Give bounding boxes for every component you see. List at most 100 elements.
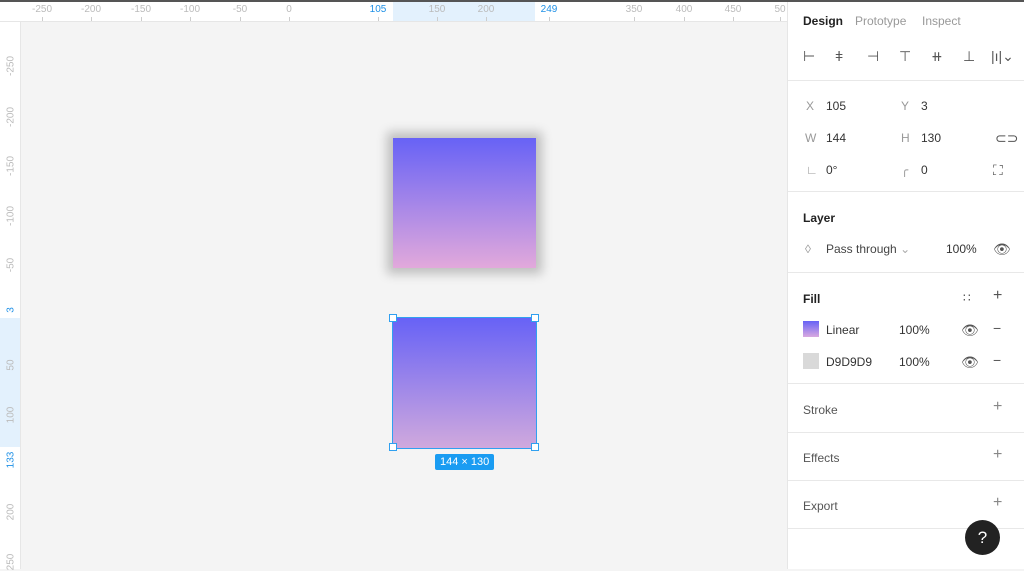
rotation-input[interactable]: 0°: [826, 163, 837, 177]
ruler-tick-label: 105: [369, 4, 387, 15]
y-input[interactable]: 3: [921, 99, 928, 113]
corner-radius-icon: ╭: [901, 163, 909, 177]
ruler-tick-label: 133: [5, 451, 17, 469]
stroke-section: Stroke +: [788, 383, 1024, 432]
layer-section: Layer ◊ Pass through ⌄ 100% 👁: [788, 191, 1024, 256]
resize-handle-bottom-left[interactable]: [389, 443, 397, 451]
ruler-tick-label: 400: [675, 4, 693, 15]
ruler-tick: [240, 17, 241, 21]
ruler-tick-label: 50: [5, 359, 17, 371]
ruler-selection-highlight: [393, 2, 535, 21]
fill-opacity[interactable]: 100%: [899, 323, 930, 337]
distribute-icon[interactable]: |ı|⌄: [991, 49, 1014, 63]
properties-panel: Design Prototype Inspect ⊢ ǂ ⊣ ⊤ ⧺ ⊥ |ı|…: [787, 2, 1024, 569]
align-top-icon[interactable]: ⊤: [899, 49, 911, 63]
add-effect-icon[interactable]: +: [993, 447, 1002, 463]
ruler-tick-label: 100: [5, 406, 17, 424]
ruler-tick-label: -200: [5, 106, 17, 127]
ruler-tick-label: 450: [724, 4, 742, 15]
fill-section: Fill ∷ + Linear 100% 👁 − D9D9D9 100% 👁 −: [788, 272, 1024, 369]
eye-icon[interactable]: 👁: [961, 355, 979, 369]
ruler-tick-label: 200: [477, 4, 495, 15]
ruler-selection-highlight: [0, 318, 20, 447]
tab-design[interactable]: Design: [803, 14, 843, 28]
x-label: X: [806, 99, 815, 113]
selected-rectangle[interactable]: [392, 317, 537, 449]
ruler-tick: [549, 17, 550, 21]
add-stroke-icon[interactable]: +: [993, 399, 1002, 415]
ruler-tick: [141, 17, 142, 21]
styles-icon[interactable]: ∷: [963, 291, 971, 305]
ruler-tick-label: 50: [774, 4, 786, 15]
tab-prototype[interactable]: Prototype: [855, 14, 906, 28]
ruler-tick-label: 150: [428, 4, 446, 15]
ruler-tick-label: -250: [31, 4, 53, 15]
align-right-icon[interactable]: ⊣: [867, 49, 879, 63]
x-input[interactable]: 105: [826, 99, 846, 113]
effects-title: Effects: [803, 451, 840, 465]
vertical-ruler: -250 -200 -150 -100 -50 3 50 100 133 200 250: [0, 22, 21, 571]
ruler-tick-label: -50: [232, 4, 248, 15]
eye-icon[interactable]: 👁: [993, 242, 1011, 256]
remove-fill-icon[interactable]: −: [993, 353, 1001, 367]
blend-mode-dropdown[interactable]: Pass through ⌄: [826, 242, 910, 256]
remove-fill-icon[interactable]: −: [993, 321, 1001, 335]
ruler-tick-label: -250: [5, 55, 17, 76]
ruler-tick: [634, 17, 635, 21]
corner-radius-input[interactable]: 0: [921, 163, 928, 177]
ruler-tick: [780, 17, 781, 21]
resize-handle-top-right[interactable]: [531, 314, 539, 322]
y-label: Y: [901, 99, 910, 113]
ruler-tick-label: -100: [5, 205, 17, 226]
tab-inspect[interactable]: Inspect: [922, 14, 961, 28]
ruler-tick: [733, 17, 734, 21]
align-vertical-center-icon[interactable]: ⧺: [931, 49, 943, 63]
align-left-icon[interactable]: ⊢: [803, 49, 815, 63]
blend-mode-icon: ◊: [805, 242, 811, 256]
layer-title: Layer: [803, 211, 836, 225]
ruler-tick-label: 3: [5, 307, 17, 313]
fill-opacity[interactable]: 100%: [899, 355, 930, 369]
ruler-tick-label: 200: [5, 503, 17, 521]
resize-handle-top-left[interactable]: [389, 314, 397, 322]
align-horizontal-center-icon[interactable]: ǂ: [835, 49, 843, 63]
ruler-tick: [684, 17, 685, 21]
ruler-tick: [378, 17, 379, 21]
ruler-tick: [42, 17, 43, 21]
width-input[interactable]: 144: [826, 131, 846, 145]
blend-mode-value: Pass through: [826, 242, 897, 256]
ruler-tick: [486, 17, 487, 21]
align-bottom-icon[interactable]: ⊥: [963, 49, 975, 63]
ruler-tick: [190, 17, 191, 21]
help-button[interactable]: ?: [965, 520, 1000, 555]
horizontal-ruler: -250 -200 -150 -100 -50 0 105 150 200 249 350 400 45…: [0, 2, 787, 22]
layer-opacity-input[interactable]: 100%: [946, 242, 977, 256]
rotation-icon: ∟: [806, 163, 818, 177]
ruler-tick-label: 0: [286, 4, 292, 15]
stroke-title: Stroke: [803, 403, 838, 417]
constrain-proportions-icon[interactable]: ⊂⊃: [995, 131, 1018, 145]
fill-swatch-solid[interactable]: [803, 353, 819, 369]
fill-hex[interactable]: D9D9D9: [826, 355, 872, 369]
resize-handle-bottom-right[interactable]: [531, 443, 539, 451]
ruler-tick-label: -200: [80, 4, 102, 15]
fill-swatch-linear[interactable]: [803, 321, 819, 337]
add-fill-icon[interactable]: +: [993, 288, 1002, 304]
ruler-tick-label: -150: [5, 155, 17, 176]
chevron-down-icon: ⌄: [900, 242, 911, 256]
height-input[interactable]: 130: [921, 131, 941, 145]
add-export-icon[interactable]: +: [993, 495, 1002, 511]
effects-section: Effects +: [788, 432, 1024, 480]
ruler-tick: [437, 17, 438, 21]
rectangle-with-shadow[interactable]: [393, 138, 536, 268]
ruler-tick-label: -100: [179, 4, 201, 15]
w-label: W: [805, 131, 817, 145]
dimension-label: 144 × 130: [435, 454, 495, 470]
independent-corners-icon[interactable]: ⛶: [993, 163, 1003, 177]
h-label: H: [901, 131, 910, 145]
fill-title: Fill: [803, 292, 821, 306]
ruler-tick: [289, 17, 290, 21]
ruler-tick-label: 250: [5, 553, 17, 571]
fill-type[interactable]: Linear: [826, 323, 859, 337]
eye-icon[interactable]: 👁: [961, 323, 979, 337]
